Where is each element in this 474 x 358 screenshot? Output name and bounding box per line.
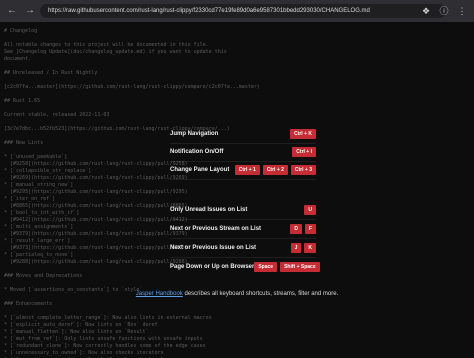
key-badge: Ctrl + I [292, 146, 316, 157]
shortcut-row-pane-layout: Change Pane Layout Ctrl + 1 Ctrl + 2 Ctr… [170, 160, 316, 180]
key-badge: J [290, 242, 302, 253]
shortcut-row-stream: Next or Previous Stream on List D F [170, 219, 316, 239]
key-badge: Ctrl + K [290, 128, 316, 139]
toolbar-actions: ❖ ⓘ ⋮ [420, 5, 468, 17]
shortcut-label: Next or Previous Issue on List [170, 244, 257, 251]
key-badge: Ctrl + 1 [234, 164, 260, 175]
key-badge: Ctrl + 2 [262, 164, 288, 175]
key-badge: D [290, 223, 302, 234]
handbook-footer: Jasper Handbook describes all keyboard s… [0, 291, 474, 297]
shortcut-row-jump-navigation: Jump Navigation Ctrl + K [170, 124, 316, 144]
handbook-link[interactable]: Jasper Handbook [136, 291, 183, 297]
shortcut-row-issue: Next or Previous Issue on List J K [170, 238, 316, 258]
shortcut-row-unread: Only Unread Issues on List U [170, 200, 316, 220]
url-bar[interactable]: https://raw.githubusercontent.com/rust-l… [40, 4, 446, 18]
shortcut-row-page: Page Down or Up on Browser Space Shift +… [170, 257, 320, 277]
shortcut-label: Next or Previous Stream on List [170, 225, 262, 232]
forward-icon[interactable]: → [24, 5, 36, 17]
key-badge: Ctrl + 3 [290, 164, 316, 175]
key-badge: F [304, 223, 316, 234]
shortcut-label: Notification On/Off [170, 148, 224, 155]
puzzle-icon[interactable]: ❖ [420, 5, 432, 17]
back-icon[interactable]: ← [6, 5, 18, 17]
shortcut-label: Page Down or Up on Browser [170, 264, 255, 270]
menu-icon[interactable]: ⋮ [456, 5, 468, 17]
shortcut-label: Only Unread Issues on List [170, 206, 248, 213]
key-badge: Space [254, 262, 278, 272]
info-icon[interactable]: ⓘ [438, 5, 450, 17]
browser-toolbar: ← → ↻ https://raw.githubusercontent.com/… [0, 0, 474, 22]
shortcut-label: Jump Navigation [170, 130, 219, 137]
footer-text: describes all keyboard shortcuts, stream… [182, 291, 339, 297]
browser-window: ← → ↻ https://raw.githubusercontent.com/… [0, 0, 474, 358]
key-badge: Shift + Space [280, 262, 320, 272]
key-badge: K [304, 242, 316, 253]
shortcut-panel: Jump Navigation Ctrl + K Notification On… [170, 124, 320, 277]
page-content: # Changelog All notable changes to this … [0, 22, 474, 358]
shortcut-label: Change Pane Layout [170, 166, 230, 173]
key-badge: U [304, 204, 316, 215]
shortcut-row-notification: Notification On/Off Ctrl + I [170, 142, 316, 162]
